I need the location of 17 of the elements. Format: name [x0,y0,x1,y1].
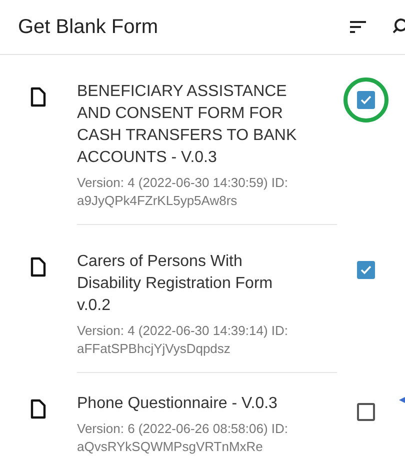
document-icon [30,399,46,419]
check-icon [360,95,372,105]
form-details: Version: 4 (2022-06-30 14:30:59) ID: a9JyQPk4FZrKL5yp5Aw8rs [77,174,290,210]
check-icon [360,265,372,275]
checkbox[interactable] [357,261,375,279]
search-icon[interactable] [393,18,405,36]
form-title: Phone Questionnaire - V.0.3 [77,394,278,414]
sort-icon[interactable] [349,20,367,34]
form-details: Version: 6 (2022-06-26 08:58:06) ID: aQvsRYkSQWMPsgVRTnMxRe [77,420,290,456]
checkbox[interactable] [357,91,375,109]
app-bar-title: Get Blank Form [18,15,160,40]
checkbox[interactable] [357,403,375,421]
form-title: Carers of Persons With Disability Registration Form v.0.2 [77,252,274,316]
document-icon [30,87,46,107]
form-title: BENEFICIARY ASSISTANCE AND CONSENT FORM FOR CASH TRANSFERS TO BANK ACCOUNTS - V.0.3 [77,82,298,168]
document-icon [30,257,46,277]
form-details: Version: 4 (2022-06-30 14:39:14) ID: aFFatSPBhcjYjVysDqpdsz [77,322,290,358]
